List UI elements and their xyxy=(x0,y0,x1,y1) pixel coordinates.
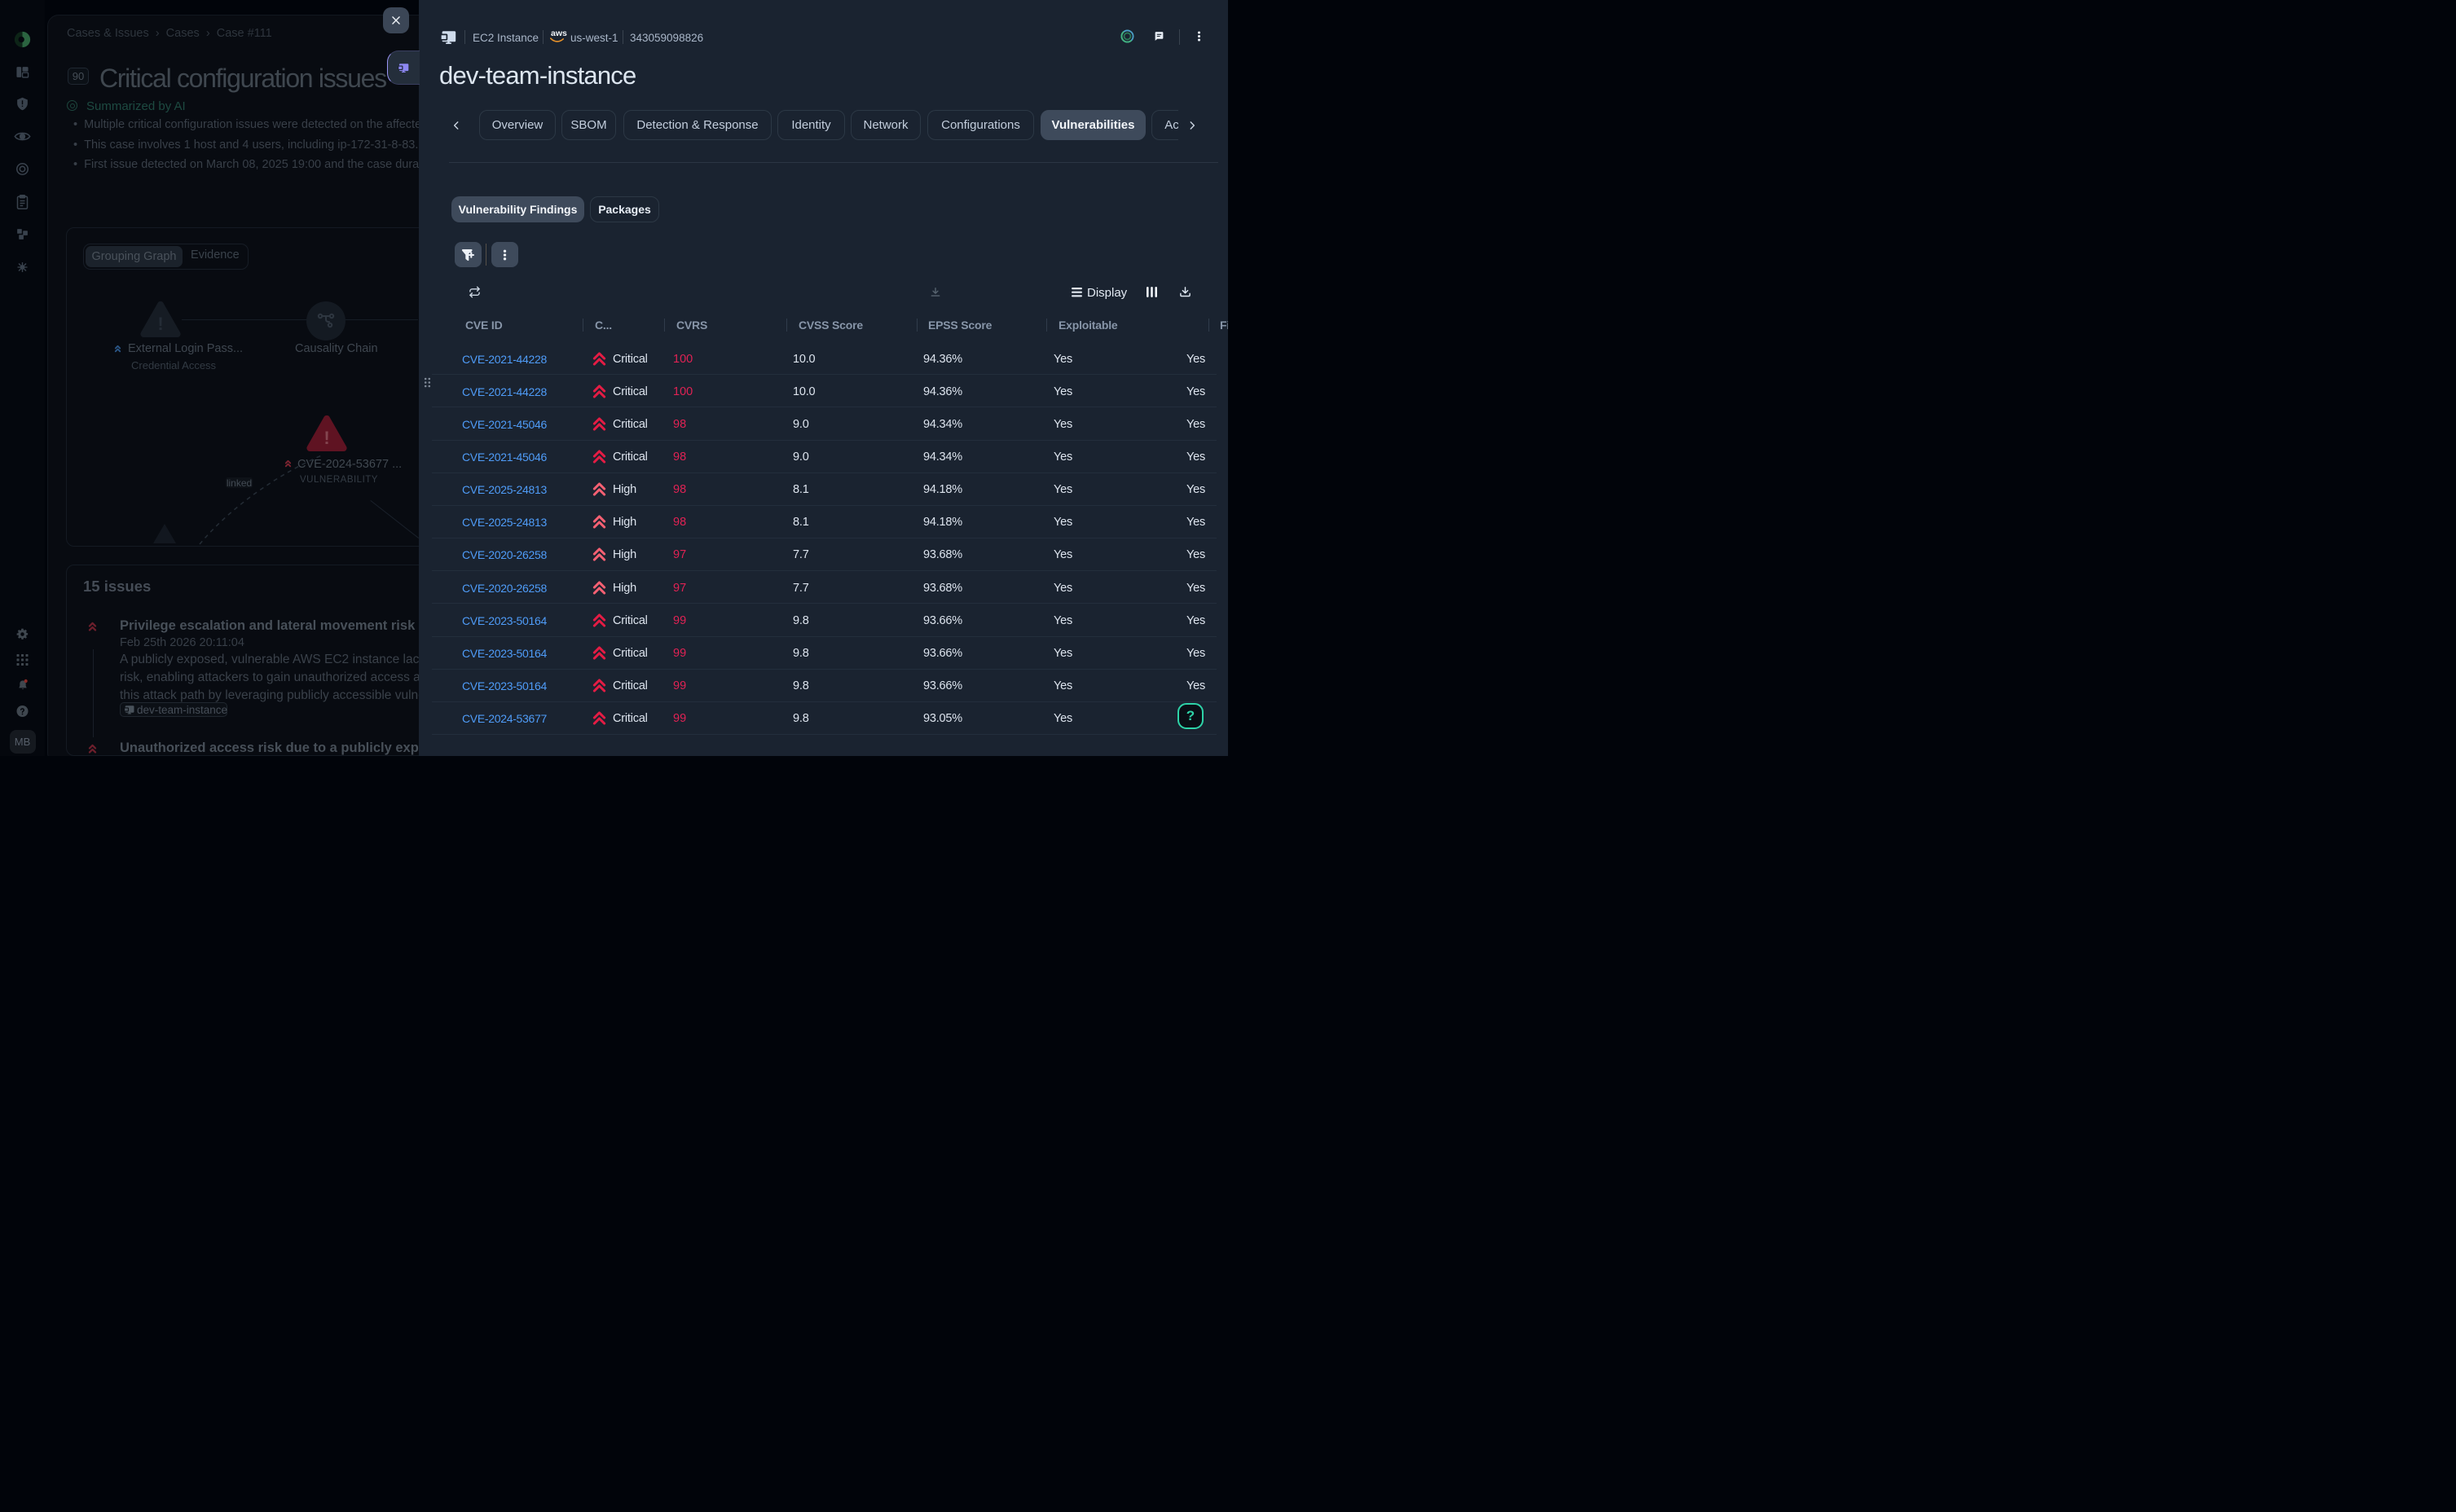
svg-text:!: ! xyxy=(157,314,163,334)
